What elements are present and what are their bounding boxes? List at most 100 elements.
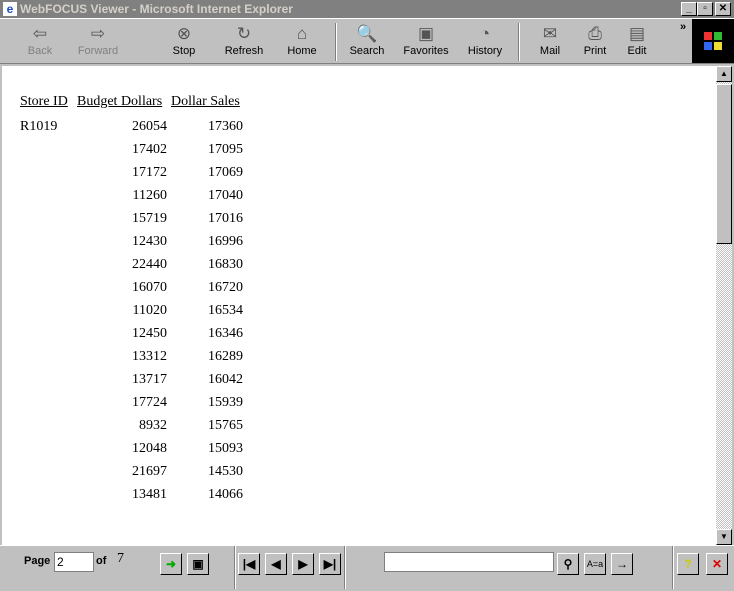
maximize-button[interactable]: ▫ <box>697 2 713 16</box>
toolbar-label: Stop <box>172 45 196 57</box>
refresh-icon: ↻ <box>236 24 252 43</box>
close-viewer-button[interactable]: ✕ <box>706 553 728 575</box>
toolbar-history-button[interactable]: ◔ History <box>457 23 513 57</box>
dollar-sales-cell: 16720 <box>208 280 243 295</box>
toolbar-home-button[interactable]: ⌂ Home <box>274 23 330 57</box>
favorites-icon: ▣ <box>417 24 435 43</box>
divider <box>672 546 674 589</box>
dollar-sales-cell: 16289 <box>208 349 243 364</box>
budget-dollars-cell: 17724 <box>132 395 167 410</box>
history-icon: ◔ <box>479 24 491 43</box>
binoculars-find-icon[interactable]: ⚲ <box>557 553 579 575</box>
toolbar-label: Home <box>287 45 317 57</box>
budget-dollars-cell: 21697 <box>132 464 167 479</box>
dollar-sales-cell: 17360 <box>208 119 243 134</box>
search-icon: 🔍 <box>356 24 378 43</box>
back-icon: ⇦ <box>32 24 48 43</box>
dollar-sales-cell: 16996 <box>208 234 243 249</box>
budget-dollars-cell: 15719 <box>132 211 167 226</box>
dollar-sales-cell: 16830 <box>208 257 243 272</box>
header-store-id: Store ID <box>20 94 68 109</box>
viewer-control-bar: Page of 7 ➜ ▣ |◀ ◀ ▶ ▶| ⚲ A=a → ? ✕ <box>0 545 734 589</box>
window-title: WebFOCUS Viewer - Microsoft Internet Exp… <box>20 2 293 16</box>
budget-dollars-cell: 13481 <box>132 487 167 502</box>
previous-page-button[interactable]: ◀ <box>265 553 287 575</box>
of-label: of <box>96 555 107 567</box>
toolbar-edit-button[interactable]: ▤ Edit <box>609 23 665 57</box>
budget-dollars-cell: 17402 <box>132 142 167 157</box>
windows-logo <box>692 19 734 63</box>
divider <box>344 546 346 589</box>
close-button[interactable]: ✕ <box>715 2 731 16</box>
toolbar: ⇦ Back ⇨ Forward ⊗ Stop ↻ Refresh ⌂ Home 🔍 Search ▣ F… <box>0 18 734 64</box>
go-to-page-button[interactable]: ➜ <box>160 553 182 575</box>
divider <box>234 546 236 589</box>
help-button[interactable]: ? <box>677 553 699 575</box>
scroll-thumb[interactable] <box>716 84 732 244</box>
dollar-sales-cell: 17069 <box>208 165 243 180</box>
budget-dollars-cell: 13717 <box>132 372 167 387</box>
toolbar-label: Search <box>349 45 385 57</box>
search-input[interactable] <box>384 552 554 572</box>
toolbar-back-button[interactable]: ⇦ Back <box>12 23 68 57</box>
budget-dollars-cell: 13312 <box>132 349 167 364</box>
budget-dollars-cell: 12048 <box>132 441 167 456</box>
scroll-down-button[interactable]: ▼ <box>716 529 732 545</box>
page-number-input[interactable] <box>54 552 94 572</box>
toolbar-refresh-button[interactable]: ↻ Refresh <box>216 23 272 57</box>
toolbar-label: Back <box>27 45 53 57</box>
toolbar-label: History <box>467 45 503 57</box>
first-page-button[interactable]: |◀ <box>238 553 260 575</box>
toolbar-label: Forward <box>77 45 119 57</box>
budget-dollars-cell: 8932 <box>139 418 167 433</box>
dollar-sales-cell: 15093 <box>208 441 243 456</box>
scroll-up-button[interactable]: ▲ <box>716 66 732 82</box>
toolbar-label: Refresh <box>224 45 264 57</box>
pages-view-icon[interactable]: ▣ <box>187 553 209 575</box>
dollar-sales-cell: 15939 <box>208 395 243 410</box>
budget-dollars-cell: 11020 <box>132 303 167 318</box>
header-dollar-sales: Dollar Sales <box>171 94 240 109</box>
total-pages: 7 <box>117 551 124 566</box>
toolbar-label: Print <box>583 45 607 57</box>
match-case-button[interactable]: A=a <box>584 553 606 575</box>
budget-dollars-cell: 12450 <box>132 326 167 341</box>
report-area: Store ID Budget Dollars Dollar Sales R10… <box>2 66 716 545</box>
title-bar: e WebFOCUS Viewer - Microsoft Internet E… <box>0 0 734 18</box>
dollar-sales-cell: 16346 <box>208 326 243 341</box>
dollar-sales-cell: 17095 <box>208 142 243 157</box>
toolbar-search-button[interactable]: 🔍 Search <box>339 23 395 57</box>
dollar-sales-cell: 17016 <box>208 211 243 226</box>
dollar-sales-cell: 16534 <box>208 303 243 318</box>
toolbar-separator <box>518 23 520 61</box>
budget-dollars-cell: 22440 <box>132 257 167 272</box>
store-id-cell: R1019 <box>20 119 58 134</box>
toolbar-forward-button[interactable]: ⇨ Forward <box>70 23 126 57</box>
toolbar-separator <box>335 23 337 61</box>
last-page-button[interactable]: ▶| <box>319 553 341 575</box>
toolbar-favorites-button[interactable]: ▣ Favorites <box>398 23 454 57</box>
stop-icon: ⊗ <box>176 24 192 43</box>
toolbar-stop-button[interactable]: ⊗ Stop <box>156 23 212 57</box>
more-chevron-icon[interactable]: » <box>680 21 686 33</box>
next-page-button[interactable]: ▶ <box>292 553 314 575</box>
budget-dollars-cell: 12430 <box>132 234 167 249</box>
budget-dollars-cell: 16070 <box>132 280 167 295</box>
budget-dollars-cell: 17172 <box>132 165 167 180</box>
dollar-sales-cell: 15765 <box>208 418 243 433</box>
forward-icon: ⇨ <box>90 24 106 43</box>
find-next-arrow-icon[interactable]: → <box>611 553 633 575</box>
budget-dollars-cell: 11260 <box>132 188 167 203</box>
vertical-scrollbar[interactable]: ▲ ▼ <box>716 66 732 545</box>
dollar-sales-cell: 14530 <box>208 464 243 479</box>
page-label: Page <box>24 555 51 567</box>
dollar-sales-cell: 17040 <box>208 188 243 203</box>
minimize-button[interactable]: _ <box>681 2 697 16</box>
dollar-sales-cell: 14066 <box>208 487 243 502</box>
toolbar-label: Edit <box>627 45 647 57</box>
toolbar-label: Mail <box>539 45 561 57</box>
ie-icon: e <box>3 2 17 16</box>
edit-icon: ▤ <box>628 24 646 43</box>
dollar-sales-cell: 16042 <box>208 372 243 387</box>
toolbar-label: Favorites <box>403 45 449 57</box>
